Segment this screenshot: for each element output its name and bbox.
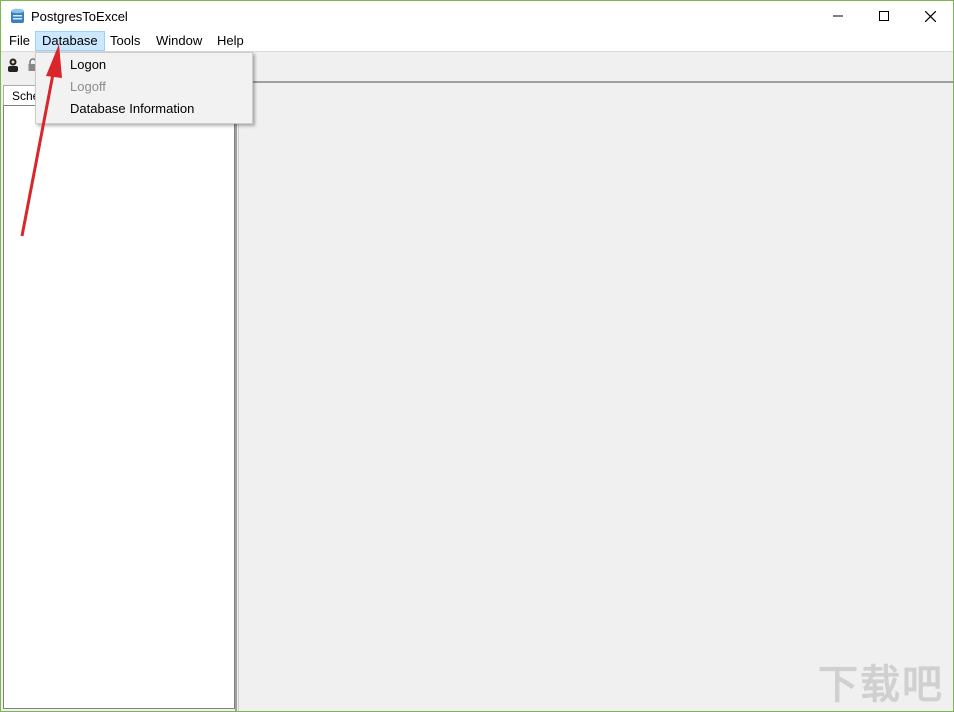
menu-window[interactable]: Window [150,31,208,51]
maximize-button[interactable] [861,1,907,31]
logon-user-icon[interactable] [5,57,21,73]
menu-help[interactable]: Help [211,31,250,51]
database-app-icon [11,8,24,23]
app-window: PostgresToExcel File Database Tools Wind… [0,0,954,712]
minimize-icon [833,15,843,17]
window-title: PostgresToExcel [31,9,128,24]
menu-tools[interactable]: Tools [104,31,146,51]
close-button[interactable] [907,1,953,31]
menu-item-logoff: Logoff [70,79,106,94]
mdi-workspace [238,81,953,711]
menu-item-logon[interactable]: Logon [70,55,106,75]
menu-item-database-information[interactable]: Database Information [70,99,194,119]
title-bar: PostgresToExcel [1,1,953,31]
maximize-icon [879,11,889,21]
minimize-button[interactable] [815,1,861,31]
menu-database[interactable]: Database [35,31,105,51]
close-icon [924,10,936,22]
menu-file[interactable]: File [3,31,36,51]
schema-tree-panel[interactable] [3,105,235,709]
menu-bar: File Database Tools Window Help [1,31,953,52]
database-dropdown-menu: Logon Logoff Database Information [35,52,253,124]
panel-splitter[interactable] [235,81,237,711]
watermark-logo: 下载吧 [818,662,944,708]
